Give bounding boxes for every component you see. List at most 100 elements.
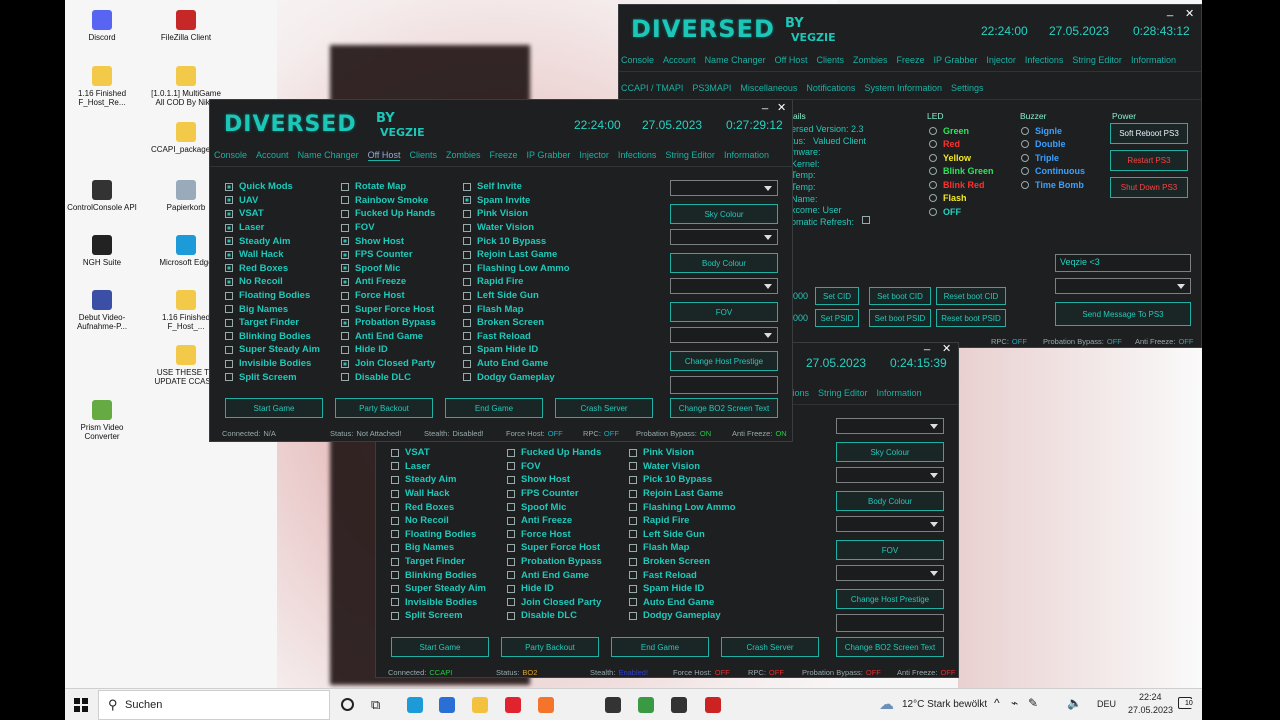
mod-rapid-fire[interactable]: Rapid Fire bbox=[463, 275, 570, 289]
buzzer-option-signle[interactable]: Signle bbox=[1021, 124, 1085, 138]
psid-button-reset-boot-psid[interactable]: Reset boot PSID bbox=[936, 309, 1006, 327]
menu-item-name-changer[interactable]: Name Changer bbox=[298, 150, 359, 161]
desktop-icon[interactable]: NGH Suite bbox=[67, 235, 137, 267]
checkbox[interactable] bbox=[391, 557, 399, 566]
menu-item-injector[interactable]: Injector bbox=[986, 55, 1016, 65]
checkbox[interactable] bbox=[507, 571, 515, 580]
led-option-green[interactable]: Green bbox=[929, 124, 994, 138]
checkbox[interactable] bbox=[341, 373, 349, 382]
menu-item-settings[interactable]: Settings bbox=[951, 83, 984, 93]
close-button[interactable]: ✕ bbox=[777, 101, 786, 114]
menu-item-account[interactable]: Account bbox=[663, 55, 696, 65]
checkbox[interactable] bbox=[463, 332, 471, 341]
checkbox[interactable] bbox=[507, 530, 515, 539]
network-icon[interactable]: ⌁ bbox=[1011, 696, 1018, 710]
power-button-shut-down-ps3[interactable]: Shut Down PS3 bbox=[1110, 177, 1188, 198]
mod-wall-hack[interactable]: Wall Hack bbox=[225, 248, 320, 262]
cortana-icon[interactable] bbox=[341, 698, 354, 711]
checkbox[interactable] bbox=[463, 345, 471, 354]
checkbox[interactable] bbox=[225, 196, 233, 205]
checkbox[interactable] bbox=[463, 237, 471, 246]
checkbox[interactable] bbox=[629, 530, 637, 539]
mod-pink-vision[interactable]: Pink Vision bbox=[629, 446, 736, 460]
button-body-colour[interactable]: Body Colour bbox=[670, 253, 778, 273]
mod-join-closed-party[interactable]: Join Closed Party bbox=[341, 357, 436, 371]
mod-anti-end-game[interactable]: Anti End Game bbox=[341, 330, 436, 344]
menu-item-information[interactable]: Information bbox=[724, 150, 769, 161]
button-sky-colour[interactable]: Sky Colour bbox=[836, 442, 944, 462]
notification-icon[interactable]: 10 bbox=[1178, 697, 1193, 709]
checkbox[interactable] bbox=[391, 584, 399, 593]
mod-fov[interactable]: FOV bbox=[341, 221, 436, 235]
mod-water-vision[interactable]: Water Vision bbox=[463, 221, 570, 235]
debut-icon[interactable] bbox=[705, 697, 721, 713]
mod-flash-map[interactable]: Flash Map bbox=[463, 302, 570, 316]
checkbox[interactable] bbox=[507, 611, 515, 620]
text-input[interactable] bbox=[670, 376, 778, 394]
mod-laser[interactable]: Laser bbox=[225, 221, 320, 235]
cid-button-set-cid[interactable]: Set CID bbox=[815, 287, 859, 305]
mod-left-side-gun[interactable]: Left Side Gun bbox=[463, 289, 570, 303]
mod-rejoin-last-game[interactable]: Rejoin Last Game bbox=[629, 487, 736, 501]
button-fov[interactable]: FOV bbox=[836, 540, 944, 560]
checkbox[interactable] bbox=[463, 277, 471, 286]
checkbox[interactable] bbox=[463, 196, 471, 205]
checkbox[interactable] bbox=[341, 332, 349, 341]
psid-button-set-boot-psid[interactable]: Set boot PSID bbox=[869, 309, 931, 327]
search-box[interactable]: ⚲ Suchen bbox=[98, 690, 330, 720]
led-option-red[interactable]: Red bbox=[929, 138, 994, 152]
mod-flash-map[interactable]: Flash Map bbox=[629, 541, 736, 555]
buzzer-option-triple[interactable]: Triple bbox=[1021, 151, 1085, 165]
mod-left-side-gun[interactable]: Left Side Gun bbox=[629, 528, 736, 542]
task-view-icon[interactable]: ⧉ bbox=[371, 697, 380, 713]
windows-start-icon[interactable] bbox=[74, 698, 88, 712]
firefox-icon[interactable] bbox=[538, 697, 554, 713]
button-party-backout[interactable]: Party Backout bbox=[501, 637, 599, 657]
mod-anti-freeze[interactable]: Anti Freeze bbox=[341, 275, 436, 289]
checkbox[interactable] bbox=[507, 448, 515, 457]
pen-icon[interactable]: ✎ bbox=[1028, 696, 1038, 710]
desktop-icon[interactable]: Discord bbox=[67, 10, 137, 42]
desktop-icon[interactable]: FileZilla Client bbox=[151, 10, 221, 42]
led-option-flash[interactable]: Flash bbox=[929, 192, 994, 206]
mod-spoof-mic[interactable]: Spoof Mic bbox=[507, 500, 602, 514]
mod-no-recoil[interactable]: No Recoil bbox=[225, 275, 320, 289]
close-button[interactable]: ✕ bbox=[1185, 7, 1194, 20]
menu-item-system-information[interactable]: System Information bbox=[864, 83, 942, 93]
dropdown[interactable] bbox=[670, 278, 778, 294]
mod-force-host[interactable]: Force Host bbox=[341, 289, 436, 303]
checkbox[interactable] bbox=[225, 291, 233, 300]
checkbox[interactable] bbox=[507, 489, 515, 498]
mod-wall-hack[interactable]: Wall Hack bbox=[391, 487, 486, 501]
menu-item-string-editor[interactable]: String Editor bbox=[818, 388, 868, 398]
mail-icon[interactable] bbox=[439, 697, 455, 713]
menu-item-clients[interactable]: Clients bbox=[409, 150, 437, 161]
checkbox[interactable] bbox=[341, 305, 349, 314]
menu-item-ps3mapi[interactable]: PS3MAPI bbox=[692, 83, 731, 93]
mod-red-boxes[interactable]: Red Boxes bbox=[391, 500, 486, 514]
checkbox[interactable] bbox=[629, 462, 637, 471]
menu-item-freeze[interactable]: Freeze bbox=[489, 150, 517, 161]
button-change-host-prestige[interactable]: Change Host Prestige bbox=[836, 589, 944, 609]
taskbar-time[interactable]: 22:24 bbox=[1139, 692, 1162, 702]
button-body-colour[interactable]: Body Colour bbox=[836, 491, 944, 511]
mod-anti-freeze[interactable]: Anti Freeze bbox=[507, 514, 602, 528]
mod-fucked-up-hands[interactable]: Fucked Up Hands bbox=[507, 446, 602, 460]
mod-laser[interactable]: Laser bbox=[391, 460, 486, 474]
button-change-bo2-screen-text[interactable]: Change BO2 Screen Text bbox=[670, 398, 778, 418]
opera-icon[interactable] bbox=[505, 697, 521, 713]
checkbox[interactable] bbox=[341, 318, 349, 327]
dropdown[interactable] bbox=[670, 229, 778, 245]
desktop-icon[interactable]: ControlConsole API bbox=[67, 180, 137, 212]
store-icon[interactable] bbox=[605, 697, 621, 713]
button-start-game[interactable]: Start Game bbox=[225, 398, 323, 418]
mod-show-host[interactable]: Show Host bbox=[507, 473, 602, 487]
mod-spoof-mic[interactable]: Spoof Mic bbox=[341, 262, 436, 276]
checkbox[interactable] bbox=[225, 250, 233, 259]
text-input[interactable] bbox=[836, 614, 944, 632]
checkbox[interactable] bbox=[225, 277, 233, 286]
menu-item-freeze[interactable]: Freeze bbox=[896, 55, 924, 65]
menu-item-clients[interactable]: Clients bbox=[816, 55, 844, 65]
mod-super-force-host[interactable]: Super Force Host bbox=[507, 541, 602, 555]
mod-spam-invite[interactable]: Spam Invite bbox=[463, 194, 570, 208]
